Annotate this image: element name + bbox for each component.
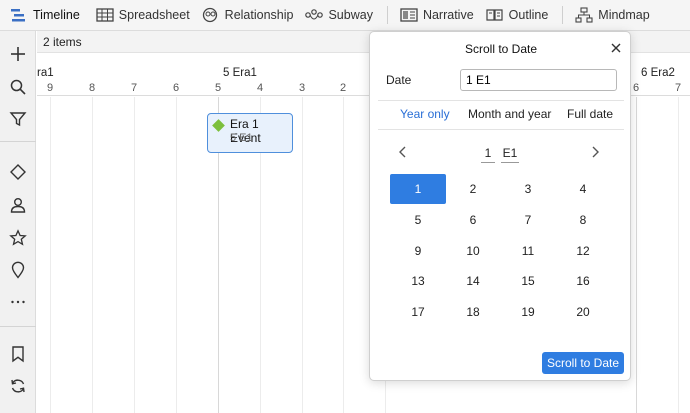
grid-line [636, 97, 637, 413]
chevron-right-icon[interactable] [588, 145, 602, 159]
tick-label: 2 [340, 82, 347, 94]
year-cell[interactable]: 4 [555, 174, 611, 204]
view-toolbar: Timeline Spreadsheet Relationship Subway… [0, 0, 690, 31]
spreadsheet-icon [96, 8, 114, 22]
tab-label: Spreadsheet [118, 8, 190, 22]
grid-line [134, 97, 135, 413]
year-cell[interactable]: 17 [390, 297, 446, 327]
event-card[interactable]: Era 1 Event 5 E1 [207, 113, 293, 153]
year-cell[interactable]: 19 [500, 297, 556, 327]
grid-line [678, 97, 679, 413]
year-cell[interactable]: 20 [555, 297, 611, 327]
year-cell[interactable]: 2 [445, 174, 501, 204]
items-count: 2 items [43, 35, 82, 49]
year-cell[interactable]: 3 [500, 174, 556, 204]
grid-line [92, 97, 93, 413]
search-icon[interactable] [0, 75, 36, 99]
divider [378, 129, 624, 130]
timeline-icon [11, 9, 25, 22]
tick-label: 5 [215, 82, 222, 94]
filter-icon[interactable] [0, 107, 36, 131]
divider [378, 100, 624, 101]
date-label: Date [386, 73, 412, 87]
tab-subway[interactable]: Subway [299, 0, 378, 31]
year-cell[interactable]: 9 [390, 236, 446, 266]
era-selector[interactable]: E1 [501, 146, 519, 163]
year-cell[interactable]: 16 [555, 266, 611, 296]
year-cell[interactable]: 1 [390, 174, 446, 204]
relationship-icon [202, 7, 217, 23]
plus-icon[interactable] [0, 42, 36, 66]
year-cell[interactable]: 12 [555, 236, 611, 266]
sidebar-divider [0, 141, 36, 142]
diamond-icon[interactable] [0, 160, 36, 184]
year-cell[interactable]: 8 [555, 205, 611, 235]
event-diamond-icon [212, 119, 225, 132]
date-input[interactable] [460, 69, 617, 91]
toolbar-divider [562, 6, 564, 24]
grid-line [302, 97, 303, 413]
tab-outline[interactable]: Outline [480, 0, 555, 31]
tab-label: Timeline [33, 8, 80, 22]
tick-label: 6 [173, 82, 180, 94]
tick-label: 7 [675, 82, 682, 94]
tick-label: 8 [89, 82, 96, 94]
mindmap-icon [575, 7, 593, 23]
person-icon[interactable] [0, 193, 36, 217]
tab-spreadsheet[interactable]: Spreadsheet [90, 0, 196, 31]
tab-year-only[interactable]: Year only [400, 107, 450, 121]
popup-title: Scroll to Date [464, 42, 538, 56]
tab-label: Outline [508, 8, 549, 22]
tab-full-date[interactable]: Full date [567, 107, 613, 121]
tab-label: Mindmap [598, 8, 650, 22]
tab-month-and-year[interactable]: Month and year [468, 107, 551, 121]
bookmark-icon[interactable] [0, 342, 36, 366]
narrative-icon [400, 8, 418, 22]
star-icon[interactable] [0, 226, 36, 250]
left-sidebar [0, 31, 36, 413]
era-label: 6 Era2 [641, 67, 675, 79]
outline-icon [486, 9, 503, 21]
year-cell[interactable]: 14 [445, 266, 501, 296]
toolbar-divider [386, 6, 388, 24]
tab-relationship[interactable]: Relationship [196, 0, 300, 31]
grid-line [343, 97, 344, 413]
tab-label: Narrative [422, 8, 474, 22]
grid-line [176, 97, 177, 413]
tab-mindmap[interactable]: Mindmap [569, 0, 655, 31]
tab-label: Subway [328, 8, 373, 22]
year-cell[interactable]: 6 [445, 205, 501, 235]
refresh-icon[interactable] [0, 374, 36, 398]
scroll-to-date-popup: Scroll to Date Date Year only Month and … [369, 31, 631, 381]
year-cell[interactable]: 11 [500, 236, 556, 266]
era-label: 5 Era1 [223, 67, 257, 79]
tab-timeline[interactable]: Timeline [0, 0, 86, 31]
year-cell[interactable]: 5 [390, 205, 446, 235]
tick-label: 4 [257, 82, 264, 94]
more-icon[interactable] [0, 289, 36, 313]
year-cell[interactable]: 10 [445, 236, 501, 266]
tick-label: 7 [131, 82, 138, 94]
tab-narrative[interactable]: Narrative [394, 0, 480, 31]
chevron-left-icon[interactable] [396, 145, 410, 159]
subway-icon [305, 9, 324, 20]
year-cell[interactable]: 15 [500, 266, 556, 296]
year-cell[interactable]: 13 [390, 266, 446, 296]
year-selector[interactable]: 1 [481, 146, 495, 163]
sidebar-divider [0, 326, 36, 327]
location-pin-icon[interactable] [0, 258, 36, 282]
tab-label: Relationship [224, 8, 294, 22]
tick-label: 9 [47, 82, 54, 94]
tick-label: 6 [633, 82, 640, 94]
year-cell[interactable]: 7 [500, 205, 556, 235]
close-icon[interactable] [608, 40, 624, 56]
event-date: 5 E1 [230, 132, 253, 144]
era-label: ra1 [37, 67, 54, 79]
tick-label: 3 [299, 82, 306, 94]
year-cell[interactable]: 18 [445, 297, 501, 327]
grid-line [50, 97, 51, 413]
scroll-to-date-button[interactable]: Scroll to Date [542, 352, 624, 374]
